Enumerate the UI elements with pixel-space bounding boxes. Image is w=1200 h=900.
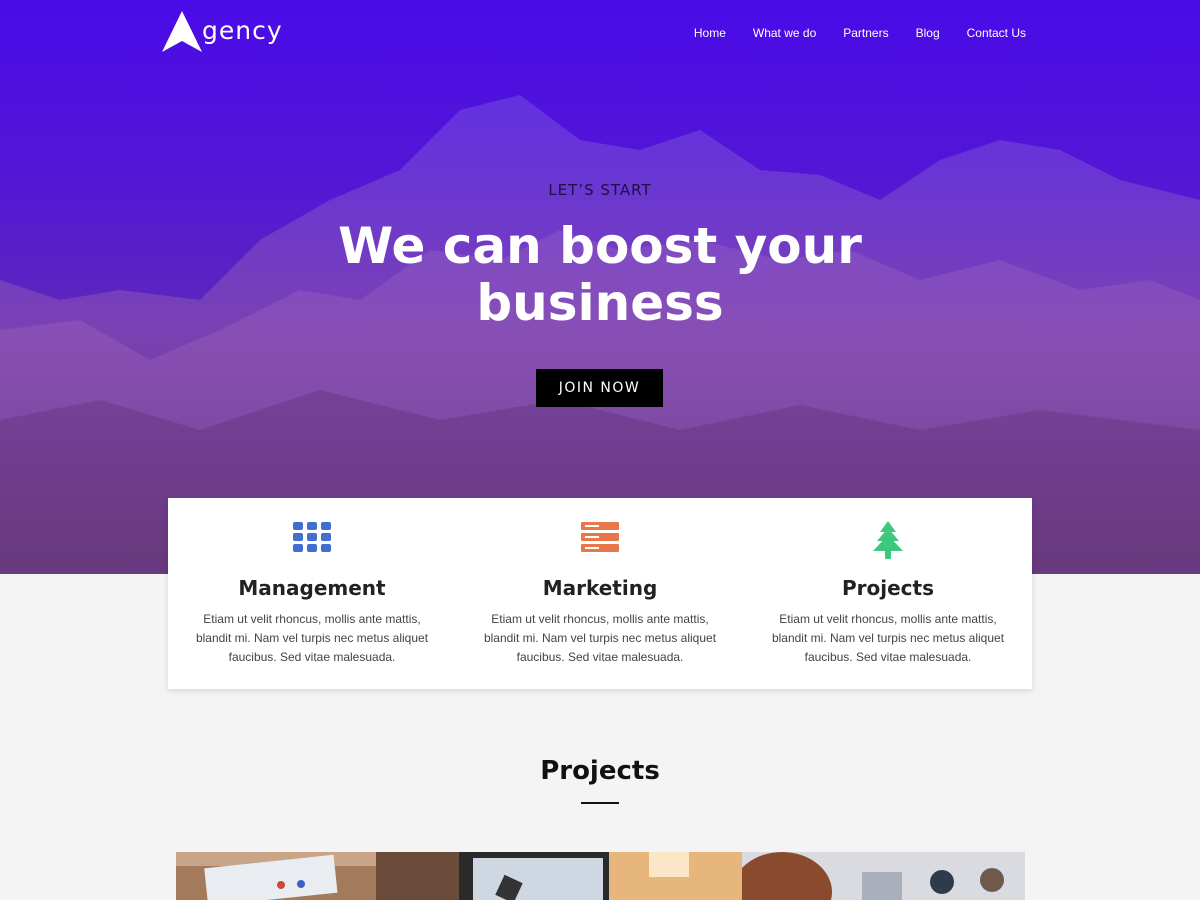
feature-description: Etiam ut velit rhoncus, mollis ante matt… bbox=[483, 612, 717, 664]
section-divider bbox=[581, 802, 619, 804]
brand-logo[interactable]: gency bbox=[160, 9, 283, 53]
feature-card-management: Management Etiam ut velit rhoncus, molli… bbox=[168, 498, 456, 689]
nav-partners[interactable]: Partners bbox=[843, 26, 888, 40]
join-now-button[interactable]: JOIN NOW bbox=[536, 369, 663, 407]
features-panel: Management Etiam ut velit rhoncus, molli… bbox=[168, 498, 1032, 689]
tree-icon bbox=[744, 520, 1032, 560]
feature-title: Management bbox=[238, 576, 386, 600]
project-thumbnail-laptop[interactable] bbox=[176, 852, 459, 900]
nav-contact-us[interactable]: Contact Us bbox=[967, 26, 1026, 40]
feature-card-marketing: Marketing Etiam ut velit rhoncus, mollis… bbox=[456, 498, 744, 689]
nav-home[interactable]: Home bbox=[694, 26, 726, 40]
grid-icon bbox=[168, 520, 456, 560]
hero-section: gency Home What we do Partners Blog Cont… bbox=[0, 0, 1200, 574]
arrow-logo-icon bbox=[162, 11, 202, 52]
main-navigation: Home What we do Partners Blog Contact Us bbox=[667, 26, 1026, 40]
project-thumbnail-monitor[interactable] bbox=[459, 852, 742, 900]
feature-card-projects: Projects Etiam ut velit rhoncus, mollis … bbox=[744, 498, 1032, 689]
nav-blog[interactable]: Blog bbox=[916, 26, 940, 40]
feature-description: Etiam ut velit rhoncus, mollis ante matt… bbox=[195, 612, 429, 664]
feature-title: Projects bbox=[841, 576, 934, 600]
feature-title: Marketing bbox=[542, 576, 658, 600]
nav-what-we-do[interactable]: What we do bbox=[753, 26, 816, 40]
projects-section-title: Projects bbox=[540, 756, 660, 786]
server-icon bbox=[456, 520, 744, 560]
logo-text: gency bbox=[202, 16, 283, 45]
hero-title: We can boost your business bbox=[338, 217, 862, 332]
project-thumbnail-crowd[interactable] bbox=[742, 852, 1025, 900]
hero-eyebrow: LET’S START bbox=[548, 181, 652, 199]
feature-description: Etiam ut velit rhoncus, mollis ante matt… bbox=[771, 612, 1005, 664]
projects-gallery bbox=[176, 852, 1025, 900]
